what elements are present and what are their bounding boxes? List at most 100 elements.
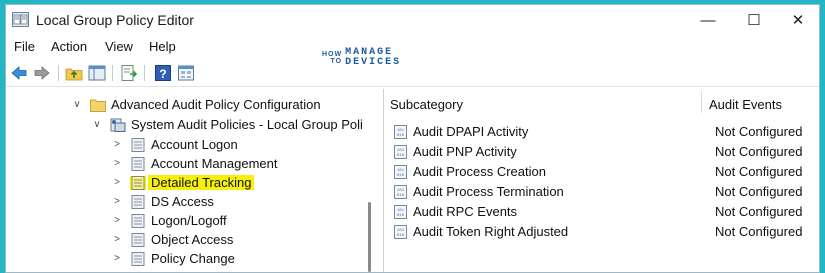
list-row[interactable]: 101 010 Audit Token Right Adjusted Not Co…	[384, 222, 819, 242]
chevron-right-icon[interactable]: >	[112, 158, 122, 169]
toolbar-separator	[144, 65, 145, 81]
svg-text:?: ?	[159, 67, 166, 81]
chevron-right-icon[interactable]: >	[112, 234, 122, 245]
properties-icon[interactable]	[177, 64, 195, 82]
svg-text:101: 101	[397, 189, 405, 193]
policy-category-icon	[131, 213, 145, 228]
row-subcategory: Audit RPC Events	[413, 204, 518, 219]
svg-text:010: 010	[397, 234, 405, 238]
maximize-button[interactable]: ☐	[731, 5, 777, 35]
chevron-down-icon[interactable]: ∨	[92, 119, 102, 130]
menu-action[interactable]: Action	[51, 39, 87, 54]
policy-category-icon	[131, 194, 145, 209]
svg-text:010: 010	[397, 154, 405, 158]
policy-setting-icon: 101010	[394, 145, 407, 159]
svg-text:101: 101	[397, 149, 405, 153]
tree-node-label: Logon/Logoff	[151, 213, 227, 228]
tree-node-label-selected: Detailed Tracking	[148, 175, 255, 190]
up-folder-icon[interactable]	[65, 64, 83, 82]
column-divider[interactable]	[701, 91, 702, 113]
chevron-right-icon[interactable]: >	[112, 253, 122, 264]
close-button[interactable]: ✕	[775, 5, 819, 35]
chevron-right-icon[interactable]: >	[112, 139, 122, 150]
svg-text:101: 101	[397, 209, 405, 213]
policy-editor-window: Local Group Policy Editor — ☐ ✕ File Act…	[5, 4, 820, 273]
tree-node-policy-change[interactable]: > Policy Change	[112, 249, 235, 268]
policy-list: Subcategory Audit Events 101 010 Audit DP…	[383, 89, 819, 272]
policy-container-icon	[110, 118, 126, 132]
menu-bar: File Action View Help	[6, 36, 819, 58]
svg-text:101: 101	[397, 129, 405, 133]
menu-view[interactable]: View	[105, 39, 133, 54]
tree-node-account-logon[interactable]: > Account Logon	[112, 135, 238, 154]
row-audit-events: Not Configured	[715, 124, 803, 139]
tree-node-ds-access[interactable]: > DS Access	[112, 192, 214, 211]
policy-setting-icon: 101010	[394, 225, 407, 239]
menu-help[interactable]: Help	[149, 39, 176, 54]
tree-node-logon-logoff[interactable]: > Logon/Logoff	[112, 211, 227, 230]
policy-category-icon	[131, 156, 145, 171]
toolbar-separator	[112, 65, 113, 81]
row-subcategory: Audit PNP Activity	[413, 144, 517, 159]
list-row[interactable]: 101 010 Audit PNP Activity Not Configured	[384, 142, 819, 162]
row-subcategory: Audit Process Termination	[413, 184, 564, 199]
svg-text:101: 101	[397, 229, 405, 233]
row-audit-events: Not Configured	[715, 164, 803, 179]
svg-text:010: 010	[397, 174, 405, 178]
watermark-how: HOW	[322, 51, 343, 58]
tree-node-label: Account Management	[151, 156, 278, 171]
svg-text:010: 010	[397, 134, 405, 138]
export-list-icon[interactable]	[120, 64, 138, 82]
policy-setting-icon: 101010	[394, 185, 407, 199]
help-icon[interactable]: ?	[154, 64, 172, 82]
toolbar-separator	[58, 65, 59, 81]
row-audit-events: Not Configured	[715, 204, 803, 219]
policy-category-icon	[131, 137, 145, 152]
tree-node-object-access[interactable]: > Object Access	[112, 230, 233, 249]
chevron-right-icon[interactable]: >	[112, 177, 122, 188]
svg-text:010: 010	[397, 194, 405, 198]
tree-node-system-audit-policies[interactable]: ∨ System Audit Policies - Local Group Po…	[92, 115, 363, 134]
policy-category-icon	[131, 251, 145, 266]
chevron-right-icon[interactable]: >	[112, 196, 122, 207]
tree-node-label: System Audit Policies - Local Group Poli	[131, 117, 363, 132]
tree-node-label: DS Access	[151, 194, 214, 209]
forward-arrow-icon[interactable]	[33, 64, 51, 82]
tree-node-label: Object Access	[151, 232, 234, 247]
policy-setting-icon: 101010	[394, 205, 407, 219]
tree-node-account-management[interactable]: > Account Management	[112, 154, 277, 173]
row-audit-events: Not Configured	[715, 144, 803, 159]
list-row[interactable]: 101 010 Audit DPAPI Activity Not Configur…	[384, 122, 819, 142]
tree-node-label: Policy Change	[151, 251, 235, 266]
list-row[interactable]: 101 010 Audit Process Termination Not Con…	[384, 182, 819, 202]
list-row[interactable]: 101 010 Audit RPC Events Not Configured	[384, 202, 819, 222]
menu-file[interactable]: File	[14, 39, 35, 54]
column-header-subcategory[interactable]: Subcategory	[390, 97, 463, 112]
title-bar[interactable]: Local Group Policy Editor — ☐ ✕	[6, 5, 819, 35]
tree-node-advanced-audit[interactable]: ∨ Advanced Audit Policy Configuration	[72, 95, 320, 114]
row-audit-events: Not Configured	[715, 224, 803, 239]
tree-node-label: Account Logon	[151, 137, 238, 152]
tree-scrollbar[interactable]	[368, 202, 371, 272]
minimize-button[interactable]: —	[685, 5, 731, 35]
navigation-tree[interactable]: ∨ Advanced Audit Policy Configuration ∨ …	[6, 89, 378, 272]
row-subcategory: Audit Process Creation	[413, 164, 546, 179]
row-subcategory: Audit DPAPI Activity	[413, 124, 529, 139]
folder-icon	[90, 99, 106, 112]
row-audit-events: Not Configured	[715, 184, 803, 199]
svg-text:101: 101	[397, 169, 405, 173]
policy-setting-icon: 101010	[394, 165, 407, 179]
list-row[interactable]: 101 010 Audit Process Creation Not Config…	[384, 162, 819, 182]
row-subcategory: Audit Token Right Adjusted	[413, 224, 569, 239]
policy-setting-icon: 101010	[394, 125, 407, 139]
policy-category-icon	[130, 175, 146, 190]
policy-editor-app-icon	[12, 12, 29, 27]
toolbar: ?	[6, 60, 819, 87]
tree-node-detailed-tracking[interactable]: > Detailed Tracking	[112, 173, 255, 192]
chevron-down-icon[interactable]: ∨	[72, 99, 82, 110]
show-hide-tree-icon[interactable]	[88, 64, 106, 82]
column-header-audit-events[interactable]: Audit Events	[709, 97, 782, 112]
policy-category-icon	[131, 232, 145, 247]
back-arrow-icon[interactable]	[10, 64, 28, 82]
chevron-right-icon[interactable]: >	[112, 215, 122, 226]
